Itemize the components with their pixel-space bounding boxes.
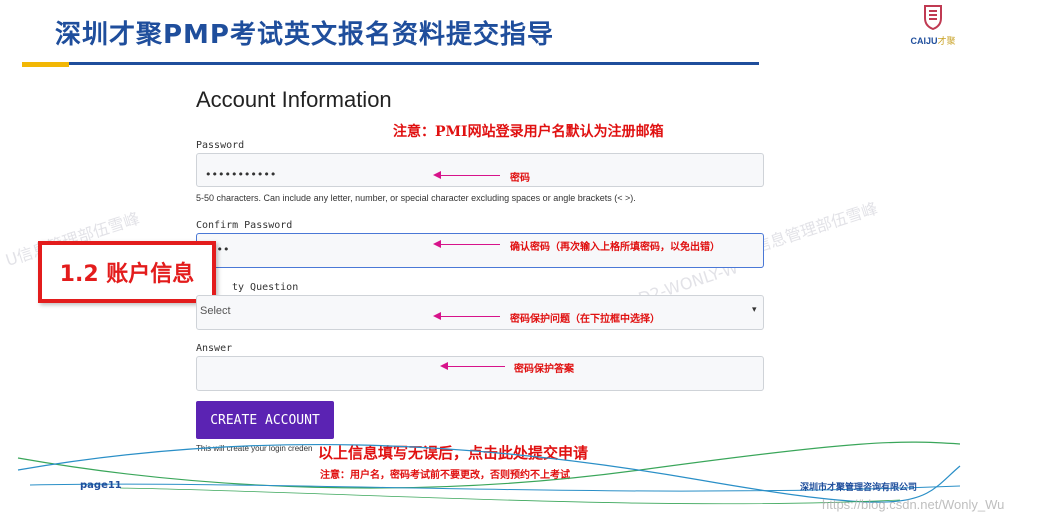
logo-text-suffix: 才聚 <box>937 36 956 46</box>
section-label-box: 1.2 账户信息 <box>38 241 216 303</box>
password-label: Password <box>196 140 245 151</box>
security-question-select[interactable] <box>196 295 764 330</box>
annotation-arrow-line <box>447 366 505 367</box>
security-question-annotation: 密码保护问题（在下拉框中选择） <box>510 314 660 325</box>
annotation-arrow-line <box>440 316 500 317</box>
form-heading: Account Information <box>196 87 392 112</box>
slide-title: 深圳才聚PMP考试英文报名资料提交指导 <box>55 20 554 50</box>
title-rule-accent <box>22 62 69 67</box>
security-question-label: ty Question <box>232 282 299 293</box>
footer-page-number: page11 <box>80 480 122 491</box>
username-note: 注意：PMI网站登录用户名默认为注册邮箱 <box>393 124 664 140</box>
password-annotation: 密码 <box>510 173 530 184</box>
footer-company-name: 深圳市才聚管理咨询有限公司 <box>800 483 918 493</box>
url-watermark: https://blog.csdn.net/Wonly_Wu <box>822 497 1005 512</box>
logo-emblem-icon <box>924 5 942 31</box>
password-hint: 5-50 characters. Can include any letter,… <box>196 193 636 203</box>
confirm-password-label: Confirm Password <box>196 220 293 231</box>
answer-annotation: 密码保护答案 <box>514 364 574 375</box>
answer-label: Answer <box>196 343 233 354</box>
answer-field[interactable] <box>196 356 764 391</box>
confirm-password-annotation: 确认密码（再次输入上格所填密码，以免出错） <box>510 242 720 253</box>
security-question-selected: Select <box>200 305 231 317</box>
company-logo: CAIJU才聚 <box>898 4 968 48</box>
password-field[interactable] <box>196 153 764 187</box>
chevron-down-icon: ▾ <box>752 305 757 315</box>
title-rule <box>69 62 759 65</box>
annotation-arrow-line <box>440 175 500 176</box>
password-value: ••••••••••• <box>205 168 277 181</box>
logo-text: CAIJU <box>910 36 938 46</box>
annotation-arrow-line <box>440 244 500 245</box>
